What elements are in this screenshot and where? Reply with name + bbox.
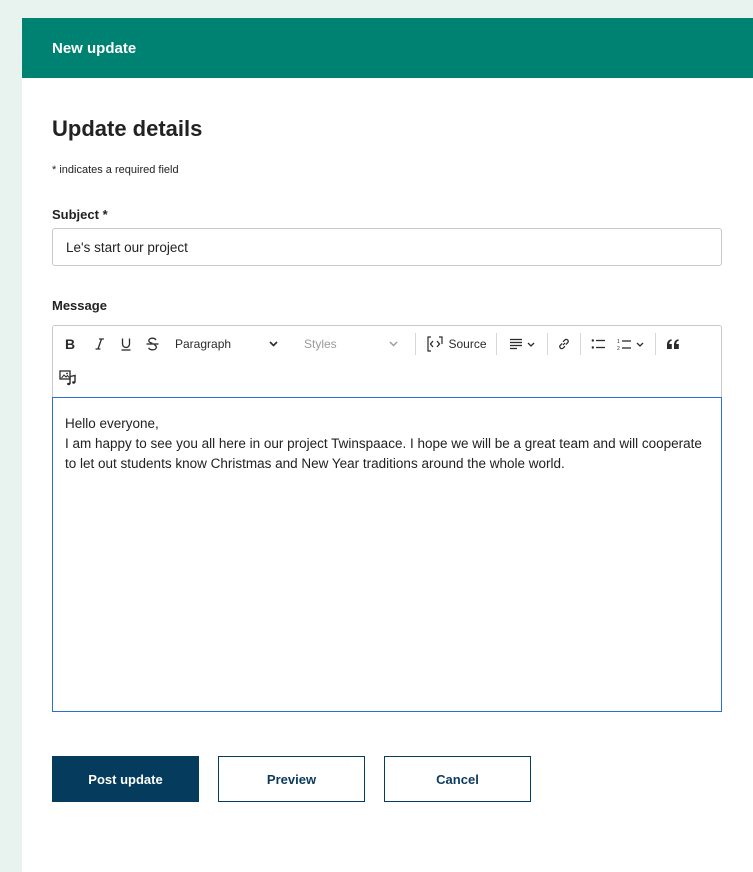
required-field-note: * indicates a required field — [52, 164, 179, 176]
preview-button[interactable]: Preview — [218, 756, 365, 802]
page-title: Update details — [52, 116, 203, 141]
numbered-list-dropdown[interactable]: 12 — [610, 330, 650, 358]
post-update-button[interactable]: Post update — [52, 756, 199, 802]
subject-input[interactable] — [52, 228, 722, 266]
update-form: Update details * indicates a required fi… — [22, 116, 753, 802]
svg-text:2: 2 — [617, 346, 620, 351]
italic-icon — [94, 337, 106, 351]
blockquote-icon — [666, 338, 680, 350]
link-button[interactable] — [553, 330, 575, 358]
editor-toolbar: B Paragraph Styles Source 1 2 — [52, 325, 722, 397]
strikethrough-icon — [146, 337, 159, 351]
chevron-down-icon — [636, 342, 644, 347]
alignment-dropdown[interactable] — [502, 330, 542, 358]
insert-media-button[interactable] — [53, 364, 83, 392]
insert-media-icon — [59, 370, 77, 386]
message-line-2: I am happy to see you all here in our pr… — [65, 436, 702, 471]
svg-text:B: B — [65, 337, 75, 351]
align-icon — [509, 338, 523, 350]
toolbar-separator — [655, 333, 656, 355]
toolbar-row-1: B Paragraph Styles Source 1 2 — [53, 328, 685, 360]
panel-header: New update — [22, 18, 753, 78]
paragraph-format-label: Paragraph — [175, 337, 232, 351]
form-actions: Post update Preview Cancel — [52, 756, 723, 802]
bold-icon: B — [63, 337, 77, 351]
chevron-down-icon — [269, 341, 278, 347]
styles-dropdown[interactable]: Styles — [290, 337, 410, 351]
toolbar-separator — [580, 333, 581, 355]
message-body-editor[interactable]: Hello everyone, I am happy to see you al… — [52, 397, 722, 712]
underline-button[interactable] — [113, 330, 139, 358]
italic-button[interactable] — [87, 330, 113, 358]
paragraph-format-dropdown[interactable]: Paragraph — [165, 337, 290, 351]
toolbar-separator — [547, 333, 548, 355]
source-icon — [425, 335, 445, 353]
svg-text:1: 1 — [617, 339, 620, 345]
toolbar-separator — [415, 333, 416, 355]
toolbar-row-2 — [53, 362, 83, 394]
cancel-button[interactable]: Cancel — [384, 756, 531, 802]
bulleted-list-icon — [591, 338, 606, 350]
panel-header-title: New update — [52, 39, 137, 57]
underline-icon — [120, 337, 132, 351]
chevron-down-icon — [527, 342, 535, 347]
toolbar-separator — [496, 333, 497, 355]
subject-label: Subject * — [52, 207, 108, 222]
strikethrough-button[interactable] — [139, 330, 165, 358]
message-line-1: Hello everyone, — [65, 416, 159, 431]
message-editor: B Paragraph Styles Source 1 2 Hello ever… — [52, 325, 722, 712]
numbered-list-icon: 12 — [617, 338, 632, 351]
blockquote-button[interactable] — [661, 330, 685, 358]
bulleted-list-button[interactable] — [586, 330, 610, 358]
source-label: Source — [448, 337, 487, 351]
message-label: Message — [52, 298, 107, 313]
link-icon — [557, 337, 571, 351]
styles-label: Styles — [304, 337, 337, 351]
new-update-panel: New update Update details * indicates a … — [22, 18, 753, 872]
chevron-down-icon — [389, 341, 398, 347]
source-button[interactable]: Source — [421, 330, 491, 358]
bold-button[interactable]: B — [53, 330, 87, 358]
